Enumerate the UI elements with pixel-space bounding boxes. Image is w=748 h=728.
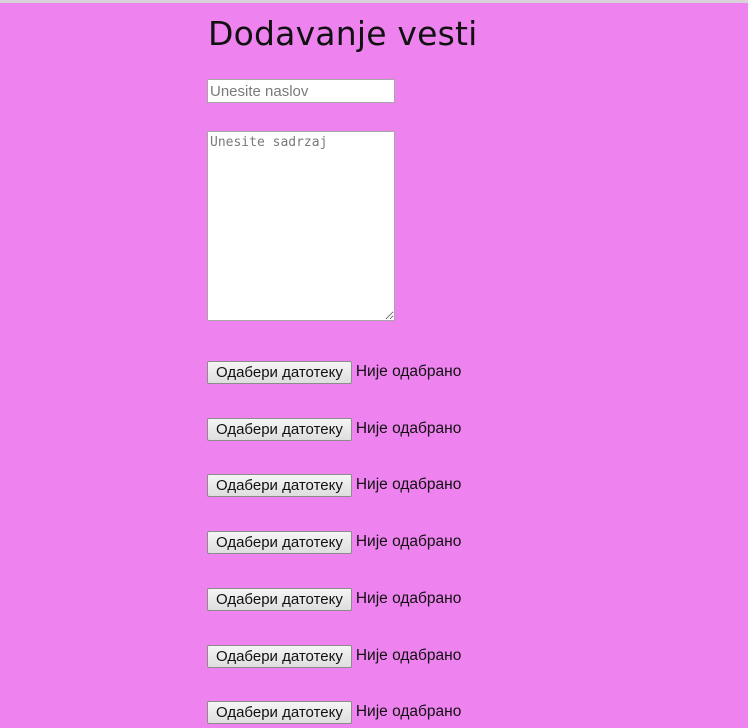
content-textarea[interactable] <box>207 131 395 321</box>
file-status-label: Није одабрано <box>355 420 462 437</box>
title-input[interactable] <box>207 79 395 103</box>
choose-file-button[interactable]: Одабери датотеку <box>207 473 352 497</box>
window-top-border <box>0 0 748 3</box>
file-status-label: Није одабрано <box>355 703 462 720</box>
file-status-label: Није одабрано <box>355 476 462 493</box>
choose-file-button[interactable]: Одабери датотеку <box>207 700 352 724</box>
file-status-label: Није одабрано <box>355 533 462 550</box>
file-input-row: Одабери датотеку Није одабрано <box>207 530 461 554</box>
choose-file-button[interactable]: Одабери датотеку <box>207 530 352 554</box>
file-input-row: Одабери датотеку Није одабрано <box>207 587 461 611</box>
choose-file-button[interactable]: Одабери датотеку <box>207 360 352 384</box>
file-status-label: Није одабрано <box>355 590 462 607</box>
file-input-row: Одабери датотеку Није одабрано <box>207 417 461 441</box>
file-input-row: Одабери датотеку Није одабрано <box>207 473 461 497</box>
file-input-row: Одабери датотеку Није одабрано <box>207 360 461 384</box>
page-title: Dodavanje vesti <box>208 14 478 53</box>
file-status-label: Није одабрано <box>355 647 462 664</box>
choose-file-button[interactable]: Одабери датотеку <box>207 587 352 611</box>
file-status-label: Није одабрано <box>355 363 462 380</box>
choose-file-button[interactable]: Одабери датотеку <box>207 644 352 668</box>
file-input-row: Одабери датотеку Није одабрано <box>207 644 461 668</box>
file-input-row: Одабери датотеку Није одабрано <box>207 700 461 724</box>
choose-file-button[interactable]: Одабери датотеку <box>207 417 352 441</box>
